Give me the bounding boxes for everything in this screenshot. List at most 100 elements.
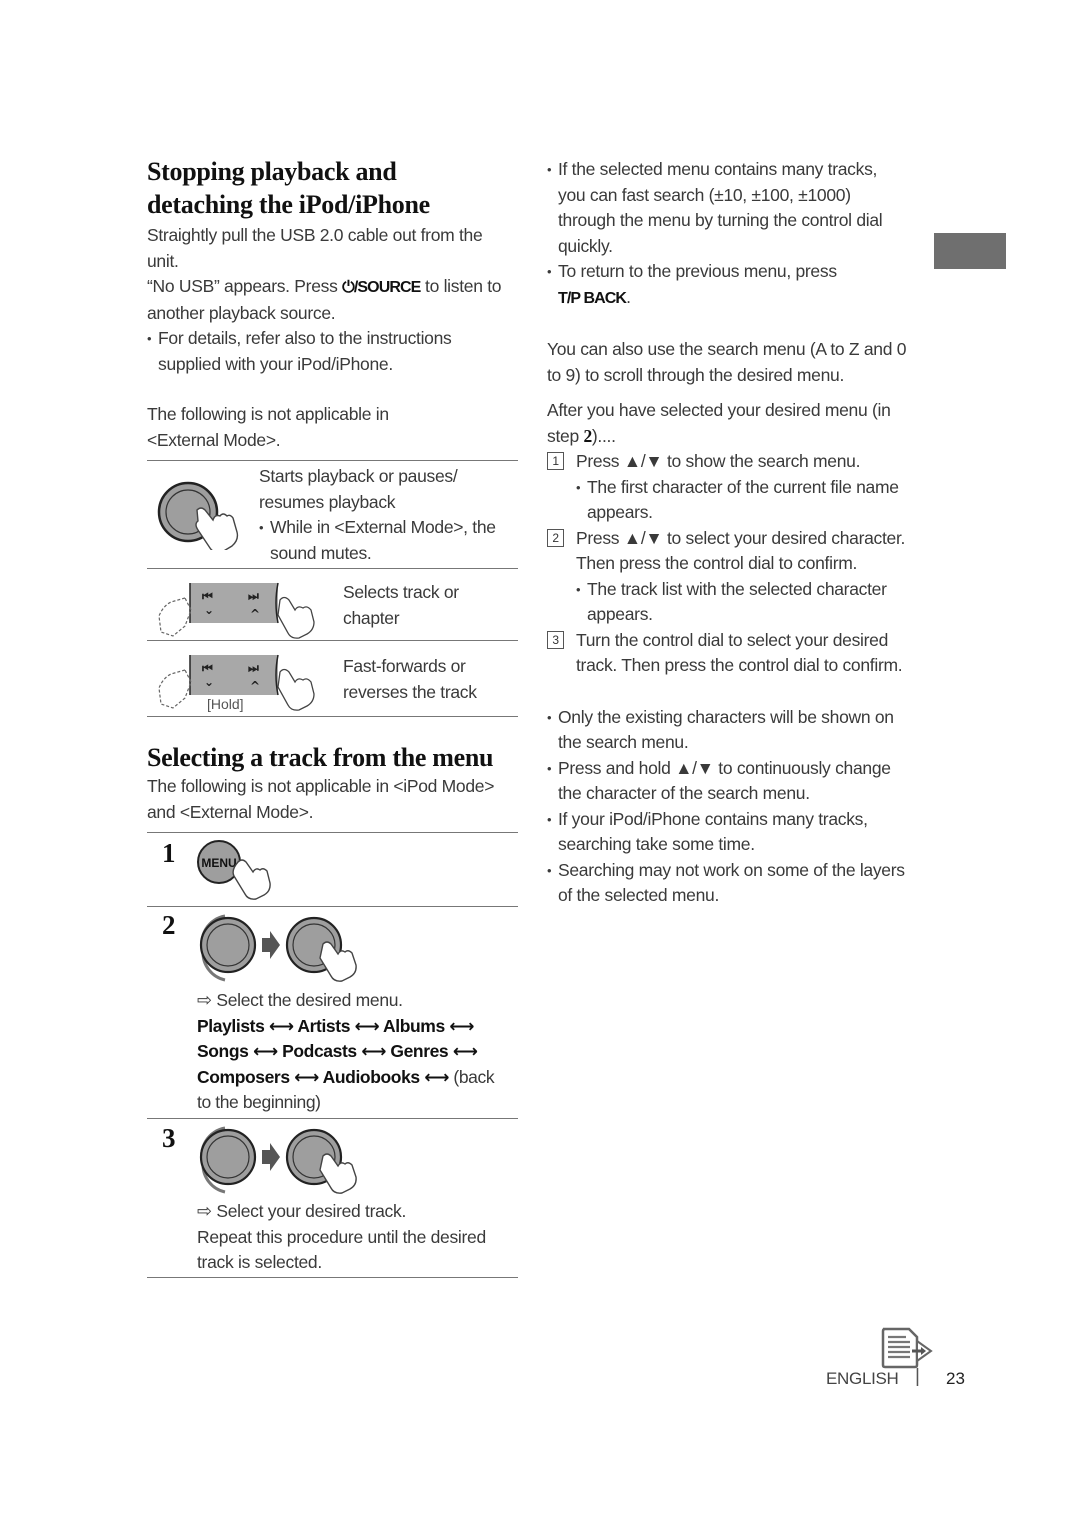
text-line: appears. [587, 502, 653, 522]
step-result: ⇨ Select your desired track. [197, 1199, 517, 1225]
text-line: While in <External Mode>, the [270, 517, 496, 537]
divider [147, 832, 518, 833]
text-line: For details, refer also to the instructi… [158, 328, 452, 348]
svg-text:⌄: ⌄ [204, 603, 214, 617]
text-line: (back [453, 1066, 495, 1087]
divider [147, 460, 518, 461]
language-side-tab [934, 233, 1006, 269]
text-line: Straightly pull the USB 2.0 cable out fr… [147, 225, 483, 245]
text-line: Then press the control dial to confirm. [576, 553, 858, 573]
row-bullet: While in <External Mode>, the sound mute… [259, 515, 519, 566]
divider [147, 1277, 518, 1278]
text-line: “No USB” appears. Press [147, 276, 343, 296]
menu-item-podcasts: Podcasts [282, 1041, 357, 1061]
svg-text:⌄: ⌄ [204, 675, 214, 689]
text-line: you can fast search (±10, ±100, ±1000) [558, 184, 851, 205]
text-line: resumes playback [259, 491, 396, 512]
title-line-1: Stopping playback and [147, 157, 397, 186]
text-line: through the menu by turning the control … [558, 210, 883, 230]
power-icon: ⏻ [342, 279, 355, 296]
skip-buttons-icon: ⏮ ⌄ ⏭ ^ [158, 582, 315, 639]
text-line: Repeat this procedure until the desired [197, 1226, 486, 1247]
divider [147, 568, 518, 569]
svg-text:⏮: ⏮ [202, 589, 213, 603]
menu-item-songs: Songs [197, 1041, 249, 1061]
step-number-box: 1 [547, 452, 564, 470]
menu-item-composers: Composers [197, 1066, 290, 1087]
text-line: to 9) to scroll through the desired menu… [547, 364, 845, 385]
menu-button-icon: MENU [197, 840, 271, 900]
result-arrow-icon: ⇨ [197, 990, 212, 1010]
paragraph-search-menu: You can also use the search menu (A to Z… [547, 337, 927, 388]
svg-text:^: ^ [250, 679, 260, 693]
text-line: If the selected menu contains many track… [558, 159, 878, 179]
paragraph-pull-cable: Straightly pull the USB 2.0 cable out fr… [147, 223, 527, 274]
text-line: sound mutes. [270, 542, 372, 563]
text-line: supplied with your iPod/iPhone. [158, 353, 393, 374]
menu-button-label: MENU [201, 856, 236, 870]
search-step-1: 1 Press ▲/▼ to show the search menu. The … [547, 449, 927, 526]
row-fast-forward: Fast-forwards or reverses the track [343, 654, 518, 705]
text-line: The following is not applicable in <iPod… [147, 776, 495, 796]
note-bullet: Searching may not work on some of the la… [547, 858, 927, 909]
text-line: and <External Mode>. [147, 801, 314, 822]
row-description: Fast-forwards or reverses the track [343, 654, 518, 705]
dial-turn-press-icon [199, 914, 357, 982]
text-line: After you have selected your desired men… [547, 400, 891, 420]
row-start-pause: Starts playback or pauses/ resumes playb… [259, 464, 519, 566]
text-line: Press ▲/▼ to show the search menu. [576, 451, 861, 471]
step-result: ⇨ Select the desired menu. [197, 988, 517, 1014]
footer-separator: | [915, 1366, 920, 1387]
text-line: Press ▲/▼ to select your desired charact… [576, 527, 906, 548]
title-line-2: detaching the iPod/iPhone [147, 190, 430, 219]
svg-text:⏮: ⏮ [202, 661, 213, 675]
key-text: /SOURCE [353, 279, 422, 296]
dial-turn-press-icon [199, 1126, 357, 1194]
text-line: Press and hold ▲/▼ to continuously chang… [558, 757, 891, 778]
text-line: The track list with the selected charact… [587, 578, 887, 599]
text-line: of the selected menu. [558, 885, 720, 905]
text-line: appears. [587, 604, 653, 624]
svg-text:⏭: ⏭ [248, 589, 259, 603]
search-step-2: 2 Press ▲/▼ to select your desired charac… [547, 526, 927, 628]
menu-cycle-list: Playlists ⟷ Artists ⟷ Albums ⟷ Songs ⟷ P… [197, 1015, 495, 1113]
section-title-stopping: Stopping playback and detaching the iPod… [147, 155, 527, 221]
text-line: The following is not applicable in [147, 404, 389, 424]
divider [147, 640, 518, 641]
step-3-text: ⇨ Select your desired track. Repeat this… [197, 1199, 517, 1276]
text-line: Starts playback or pauses/ [259, 466, 458, 486]
note-bullet: Only the existing characters will be sho… [547, 705, 927, 756]
step-number-box: 3 [547, 630, 564, 649]
section-selecting-track: Selecting a track from the menu The foll… [147, 741, 527, 825]
right-column: If the selected menu contains many track… [547, 157, 927, 909]
text-line: the character of the search menu. [558, 783, 810, 803]
step-number-box: 2 [547, 528, 564, 547]
text-line: to listen to [420, 276, 502, 296]
step-sub: The first character of the current file … [547, 475, 927, 526]
result-arrow-icon: ⇨ [197, 1201, 212, 1221]
text-line: searching take some time. [558, 834, 755, 854]
text-line: <External Mode>. [147, 429, 281, 450]
text-line: the search menu. [558, 732, 689, 752]
skip-buttons-illustration: ⏮ ⌄ ⏭ ^ [150, 580, 320, 640]
step-ref: 2 [583, 425, 592, 446]
row-description: Starts playback or pauses/ resumes playb… [259, 464, 519, 515]
text-line: unit. [147, 250, 179, 271]
svg-text:⏭: ⏭ [248, 661, 259, 675]
text-line: Select your desired track. [216, 1201, 407, 1221]
row-selects-track: Selects track or chapter [343, 580, 518, 631]
menu-item-genres: Genres [390, 1041, 449, 1061]
page-number: 23 [946, 1369, 965, 1388]
row-description: Selects track or chapter [343, 580, 518, 631]
note-not-applicable: The following is not applicable in <Exte… [147, 402, 527, 453]
text-line: step [547, 425, 584, 446]
step-sub: The track list with the selected charact… [547, 577, 927, 628]
menu-button-illustration: MENU [196, 840, 291, 900]
note-bullet: If your iPod/iPhone contains many tracks… [547, 807, 927, 858]
tp-back-key-label: T/P BACK [558, 289, 627, 307]
text-line: track. Then press the control dial to co… [576, 655, 903, 675]
step-description: Repeat this procedure until the desired … [197, 1225, 517, 1276]
text-line: ).... [591, 425, 616, 446]
text-line: The first character of the current file … [587, 476, 899, 497]
step-number: 2 [162, 910, 176, 940]
